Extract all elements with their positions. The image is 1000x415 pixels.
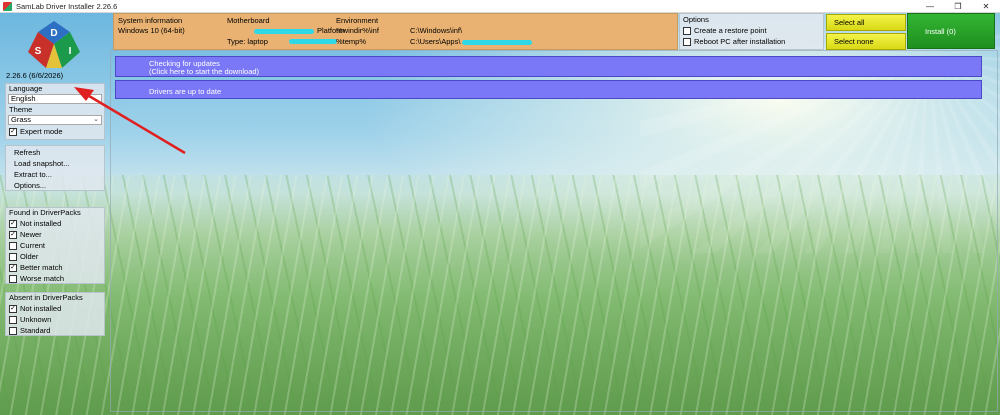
- temp-key: %temp%: [336, 37, 367, 46]
- system-info-panel: System information Windows 10 (64-bit) M…: [113, 13, 678, 50]
- windir-key: %windir%\inf: [336, 26, 379, 35]
- language-value: English: [11, 94, 36, 103]
- app-icon: [3, 1, 12, 11]
- drivers-status-bar: Drivers are up to date: [115, 80, 982, 99]
- filter-checkbox[interactable]: ✓: [9, 230, 17, 239]
- filter-label: Current: [20, 241, 46, 250]
- install-button[interactable]: Install (0): [907, 13, 995, 49]
- expert-mode-label: Expert mode: [20, 127, 63, 136]
- filter-label: Older: [20, 252, 39, 261]
- language-label: Language: [9, 84, 43, 93]
- extract-to-action[interactable]: Extract to...: [6, 169, 104, 180]
- filter-row[interactable]: Standard: [6, 325, 104, 336]
- updates-download-link[interactable]: (Click here to start the download): [149, 67, 259, 76]
- absent-label: Absent in DriverPacks: [9, 293, 83, 302]
- theme-label: Theme: [9, 105, 33, 114]
- select-none-button[interactable]: Select none: [826, 33, 906, 50]
- filter-row[interactable]: Worse match: [6, 273, 104, 284]
- expert-mode-row[interactable]: ✓ Expert mode: [6, 126, 104, 137]
- theme-select[interactable]: Grass ⌄: [8, 115, 102, 125]
- restore-point-checkbox[interactable]: [683, 26, 691, 35]
- filter-label: Unknown: [20, 315, 52, 324]
- filter-checkbox[interactable]: [9, 252, 17, 261]
- redaction-mark: [462, 40, 532, 45]
- window-controls: — ❐ ✕: [916, 0, 1000, 13]
- found-label: Found in DriverPacks: [9, 208, 81, 217]
- filter-label: Not installed: [20, 219, 62, 228]
- filter-label: Newer: [20, 230, 42, 239]
- motherboard-label: Motherboard: [227, 16, 270, 25]
- filter-row[interactable]: Current: [6, 240, 104, 251]
- restore-icon[interactable]: ❐: [944, 0, 972, 13]
- close-icon[interactable]: ✕: [972, 0, 1000, 13]
- sdi-logo: D S I: [28, 21, 80, 68]
- type-value: Type: laptop: [227, 37, 268, 46]
- filter-checkbox[interactable]: [9, 315, 17, 324]
- filter-row[interactable]: Older: [6, 251, 104, 262]
- logo-letter-s: S: [35, 46, 42, 57]
- filter-row[interactable]: ✓ Better match: [6, 262, 104, 273]
- filter-row[interactable]: Unknown: [6, 314, 104, 325]
- updates-bar[interactable]: Checking for updates (Click here to star…: [115, 56, 982, 77]
- language-select[interactable]: English: [8, 94, 102, 104]
- system-info-label: System information: [118, 16, 183, 25]
- filter-checkbox[interactable]: ✓: [9, 304, 17, 313]
- restore-point-label: Create a restore point: [694, 26, 767, 35]
- expert-mode-checkbox[interactable]: ✓: [9, 127, 17, 136]
- reboot-checkbox[interactable]: [683, 37, 691, 46]
- os-value: Windows 10 (64-bit): [118, 26, 185, 35]
- filter-row[interactable]: ✓ Not installed: [6, 303, 104, 314]
- settings-panel: Language English Theme Grass ⌄ ✓ Expert …: [5, 83, 105, 140]
- driver-list-area: [110, 50, 998, 412]
- redaction-mark: [254, 29, 314, 34]
- options-label: Options: [683, 15, 709, 24]
- filter-row[interactable]: ✓ Newer: [6, 229, 104, 240]
- select-all-button[interactable]: Select all: [826, 14, 906, 31]
- chevron-down-icon: ⌄: [93, 116, 99, 123]
- filter-row[interactable]: ✓ Not installed: [6, 218, 104, 229]
- filter-label: Standard: [20, 326, 51, 335]
- theme-value: Grass: [11, 115, 32, 124]
- filter-label: Better match: [20, 263, 63, 272]
- redaction-mark: [289, 39, 337, 44]
- windir-value: C:\Windows\inf\: [410, 26, 463, 35]
- options-action[interactable]: Options...: [6, 180, 104, 191]
- filter-checkbox[interactable]: ✓: [9, 263, 17, 272]
- filter-checkbox[interactable]: ✓: [9, 219, 17, 228]
- title-bar: SamLab Driver Installer 2.26.6 — ❐ ✕: [0, 0, 1000, 13]
- filter-checkbox[interactable]: [9, 241, 17, 250]
- window-title: SamLab Driver Installer 2.26.6: [16, 1, 118, 11]
- reboot-label: Reboot PC after installation: [694, 37, 786, 46]
- environment-label: Environment: [336, 16, 379, 25]
- refresh-action[interactable]: Refresh: [6, 147, 104, 158]
- logo-letter-i: I: [69, 46, 72, 57]
- found-filter-panel: Found in DriverPacks ✓ Not installed ✓ New…: [5, 207, 105, 284]
- absent-filter-panel: Absent in DriverPacks ✓ Not installed Unk…: [5, 292, 105, 336]
- logo-letter-d: D: [50, 28, 57, 39]
- filter-label: Worse match: [20, 274, 65, 283]
- actions-panel: Refresh Load snapshot... Extract to... O…: [5, 145, 105, 191]
- temp-value: C:\Users\Apps\: [410, 37, 461, 46]
- reboot-row[interactable]: Reboot PC after installation: [680, 36, 785, 47]
- version-label: 2.26.6 (6/6/2026): [6, 71, 64, 80]
- load-snapshot-action[interactable]: Load snapshot...: [6, 158, 104, 169]
- minimize-icon[interactable]: —: [916, 0, 944, 13]
- options-panel: Options Create a restore point Reboot PC…: [679, 13, 824, 50]
- filter-checkbox[interactable]: [9, 326, 17, 335]
- restore-point-row[interactable]: Create a restore point: [680, 25, 767, 36]
- filter-label: Not installed: [20, 304, 62, 313]
- filter-checkbox[interactable]: [9, 274, 17, 283]
- drivers-status-text: Drivers are up to date: [149, 87, 222, 96]
